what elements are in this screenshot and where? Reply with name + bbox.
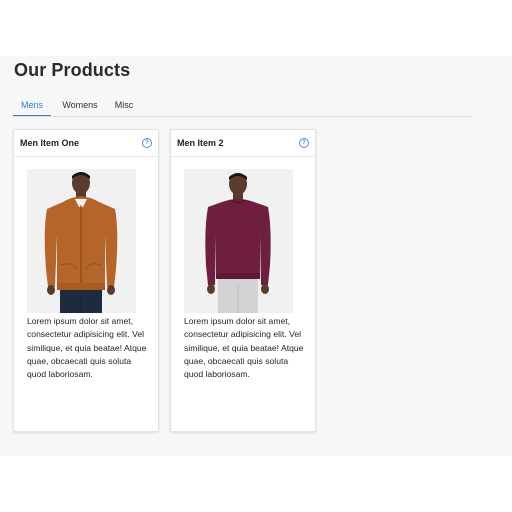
product-description: Lorem ipsum dolor sit amet, consectetur …	[27, 316, 147, 380]
question-circle-icon[interactable]: ?	[299, 138, 309, 148]
product-card[interactable]: Men Item One ? Lorem ipsum dolor sit ame…	[13, 129, 159, 432]
category-tabs: Mens Womens Misc	[13, 96, 473, 117]
page-title: Our Products	[14, 60, 131, 80]
tab-womens[interactable]: Womens	[57, 96, 103, 115]
man-in-maroon-sweater-image	[184, 169, 293, 313]
card-header: Men Item One ?	[14, 130, 158, 157]
tab-mens[interactable]: Mens	[13, 96, 51, 116]
question-circle-icon[interactable]: ?	[142, 138, 152, 148]
man-in-orange-zip-hoodie-image	[27, 169, 136, 313]
product-card[interactable]: Men Item 2 ? Lorem ipsum dolor sit amet,…	[170, 129, 316, 432]
product-image	[184, 169, 293, 313]
product-image	[27, 169, 136, 313]
product-name: Men Item One	[20, 138, 80, 148]
product-description: Lorem ipsum dolor sit amet, consectetur …	[184, 316, 304, 380]
tab-misc[interactable]: Misc	[109, 96, 139, 115]
card-header: Men Item 2 ?	[171, 130, 315, 157]
product-name: Men Item 2	[177, 138, 224, 148]
